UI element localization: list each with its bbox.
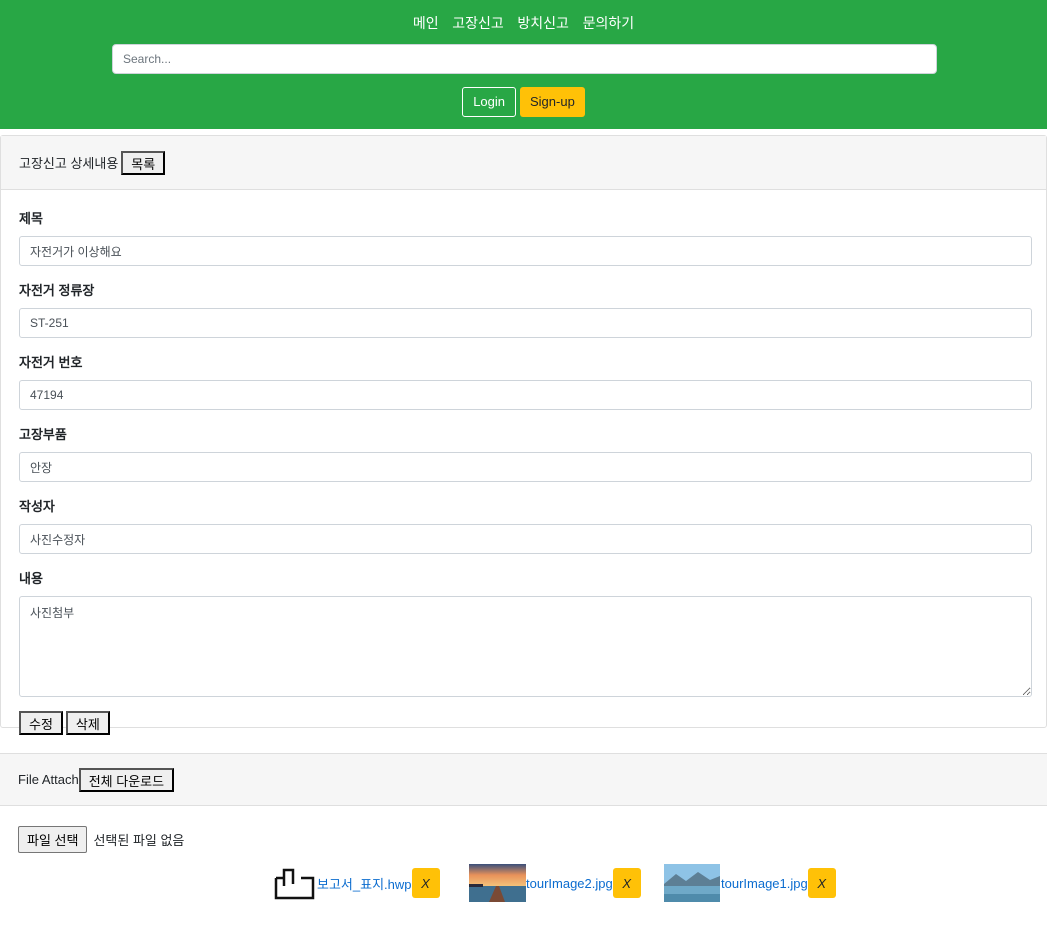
remove-attachment-button[interactable]: X	[807, 868, 836, 898]
list-button[interactable]: 목록	[121, 150, 166, 175]
form-actions: 수정 삭제	[19, 711, 1032, 735]
file-input-row: 파일 선택 선택된 파일 없음	[18, 826, 184, 853]
bike-number-field[interactable]	[19, 380, 1032, 410]
lake-mountain-thumbnail	[664, 864, 721, 902]
station-field[interactable]	[19, 308, 1032, 338]
signup-button[interactable]: Sign-up	[520, 87, 585, 117]
no-file-text: 선택된 파일 없음	[93, 833, 185, 848]
download-all-button[interactable]: 전체 다운로드	[78, 767, 175, 792]
attachment-link[interactable]: 보고서_표지.hwp	[317, 874, 412, 893]
auth-buttons: Login Sign-up	[0, 87, 1047, 117]
attachment-item: tourImage2.jpg X	[469, 864, 641, 902]
report-detail-card: 고장신고 상세내용 목록 제목 자전거 정류장 자전거 번호 고장부품 작성자 …	[0, 135, 1047, 735]
broken-part-field[interactable]	[19, 452, 1032, 482]
detail-title: 고장신고 상세내용	[19, 156, 119, 171]
file-icon	[273, 864, 317, 902]
file-attach-header: File Attach 전체 다운로드	[0, 754, 1047, 806]
nav-inquiry[interactable]: 문의하기	[583, 15, 635, 31]
search-input[interactable]	[112, 44, 937, 74]
nav-breakdown-report[interactable]: 고장신고	[452, 15, 504, 31]
attachment-item: tourImage1.jpg X	[664, 864, 836, 902]
delete-button[interactable]: 삭제	[65, 711, 110, 735]
nav-main[interactable]: 메인	[413, 15, 439, 31]
pier-sunset-thumbnail	[469, 864, 526, 902]
report-form: 제목 자전거 정류장 자전거 번호 고장부품 작성자 내용 사진첨부 수정 삭제	[19, 208, 1032, 735]
detail-header: 고장신고 상세내용 목록	[1, 136, 1046, 190]
author-field[interactable]	[19, 524, 1032, 554]
file-attach-card: File Attach 전체 다운로드 파일 선택 선택된 파일 없음 보고서_…	[0, 753, 1047, 929]
attachment-item: 보고서_표지.hwp X	[273, 864, 440, 902]
station-label: 자전거 정류장	[19, 283, 95, 298]
remove-attachment-button[interactable]: X	[612, 868, 641, 898]
broken-part-label: 고장부품	[19, 427, 67, 442]
login-button[interactable]: Login	[462, 87, 516, 117]
subject-label: 제목	[19, 211, 43, 226]
nav-abandoned-report[interactable]: 방치신고	[517, 15, 569, 31]
author-label: 작성자	[19, 499, 55, 514]
top-header: 메인 고장신고 방치신고 문의하기 Login Sign-up	[0, 0, 1047, 129]
remove-attachment-button[interactable]: X	[411, 868, 440, 898]
bike-number-label: 자전거 번호	[19, 355, 83, 370]
attachment-link[interactable]: tourImage2.jpg	[526, 876, 613, 891]
choose-file-button[interactable]: 파일 선택	[18, 826, 88, 853]
main-nav: 메인 고장신고 방치신고 문의하기	[0, 13, 1047, 33]
attachment-link[interactable]: tourImage1.jpg	[721, 876, 808, 891]
content-textarea[interactable]: 사진첨부	[19, 596, 1032, 697]
edit-button[interactable]: 수정	[19, 711, 63, 735]
content-label: 내용	[19, 571, 43, 586]
subject-field[interactable]	[19, 236, 1032, 266]
file-attach-title: File Attach	[18, 772, 79, 787]
